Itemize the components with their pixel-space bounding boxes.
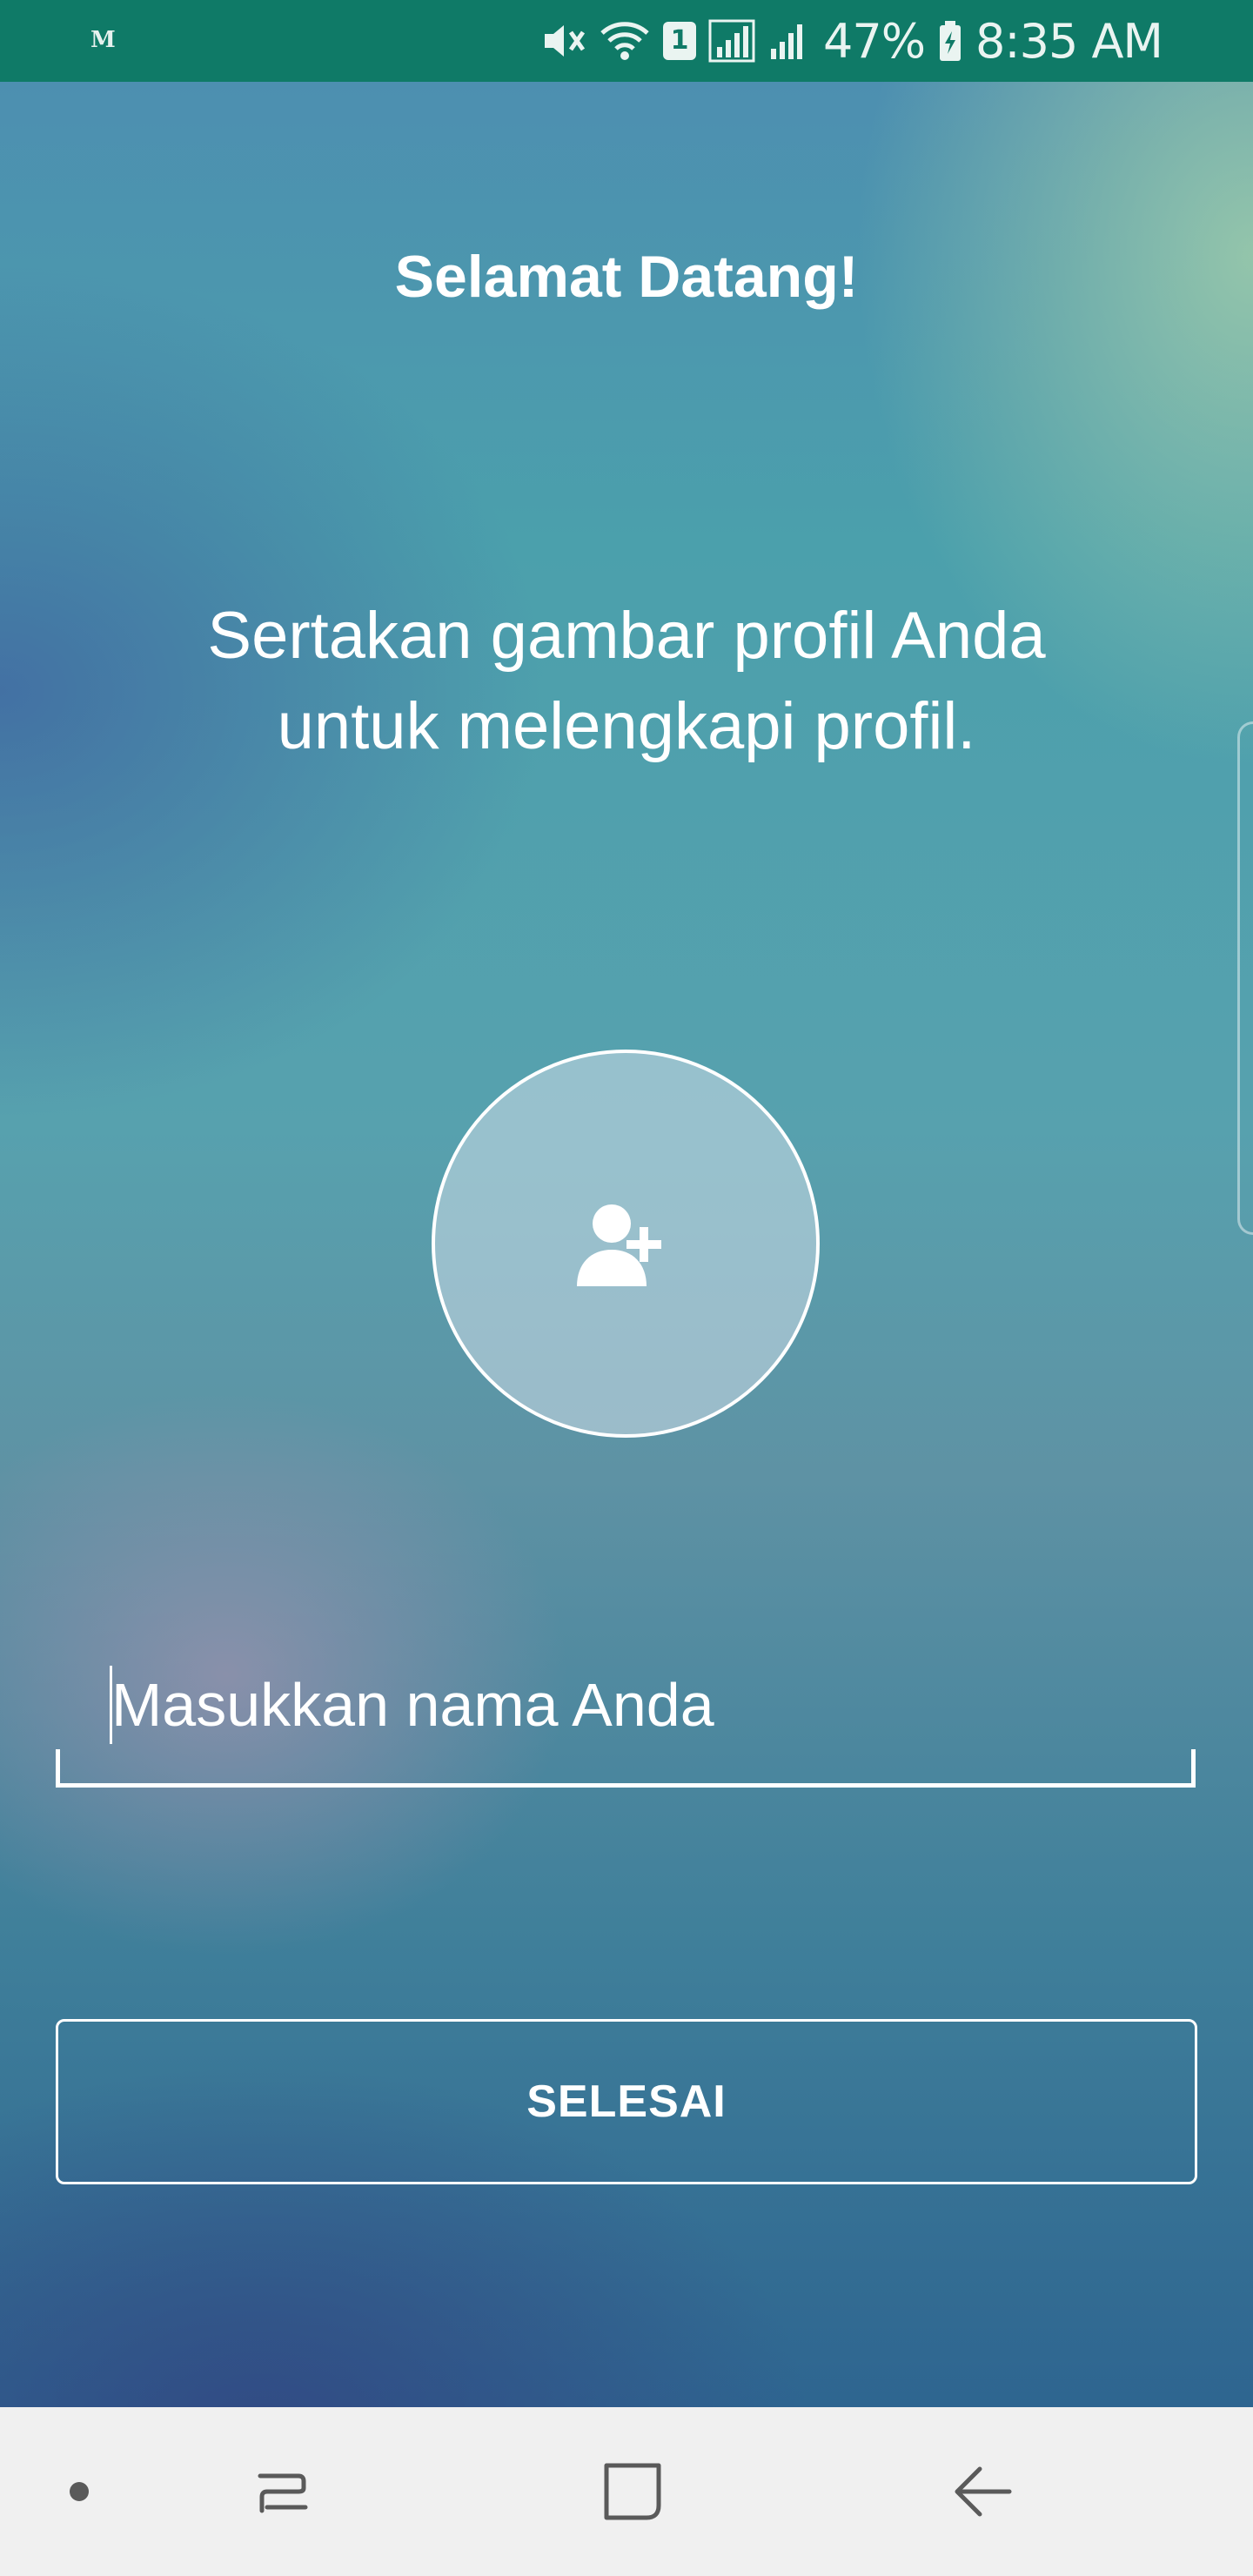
edge-panel-handle[interactable] xyxy=(1237,721,1253,1235)
navigation-bar xyxy=(0,2407,1253,2576)
welcome-screen: Selamat Datang! Sertakan gambar profil A… xyxy=(0,82,1253,2407)
wifi-icon xyxy=(599,15,651,67)
signal-icon xyxy=(708,15,755,67)
battery-percent: 47% xyxy=(823,13,926,69)
status-bar: M 1 47% 8:35 AM xyxy=(0,0,1253,82)
add-person-icon xyxy=(577,1204,661,1286)
status-icons: 1 47% 8:35 AM xyxy=(539,0,1163,82)
back-icon xyxy=(955,2466,1012,2517)
recents-icon xyxy=(258,2473,308,2513)
instruction-line-1: Sertakan gambar profil Anda xyxy=(207,599,1046,673)
add-profile-picture-button[interactable] xyxy=(432,1050,820,1438)
dot-icon[interactable] xyxy=(70,2482,89,2501)
battery-charging-icon xyxy=(937,15,963,67)
back-button[interactable] xyxy=(935,2444,1031,2539)
home-icon xyxy=(604,2463,661,2520)
mute-icon xyxy=(539,15,586,67)
name-field-underline xyxy=(56,1749,1196,1788)
signal-2-icon xyxy=(767,15,811,67)
mail-icon: M xyxy=(90,27,116,53)
name-field[interactable] xyxy=(56,1640,1196,1788)
recents-button[interactable] xyxy=(235,2444,331,2539)
page-title: Selamat Datang! xyxy=(394,244,859,310)
sim-icon: 1 xyxy=(663,22,696,60)
clock: 8:35 AM xyxy=(975,13,1163,69)
home-button[interactable] xyxy=(585,2444,680,2539)
instruction-text: Sertakan gambar profil Anda untuk meleng… xyxy=(104,591,1149,772)
done-button[interactable]: SELESAI xyxy=(56,2019,1197,2184)
instruction-line-2: untuk melengkapi profil. xyxy=(277,689,976,763)
